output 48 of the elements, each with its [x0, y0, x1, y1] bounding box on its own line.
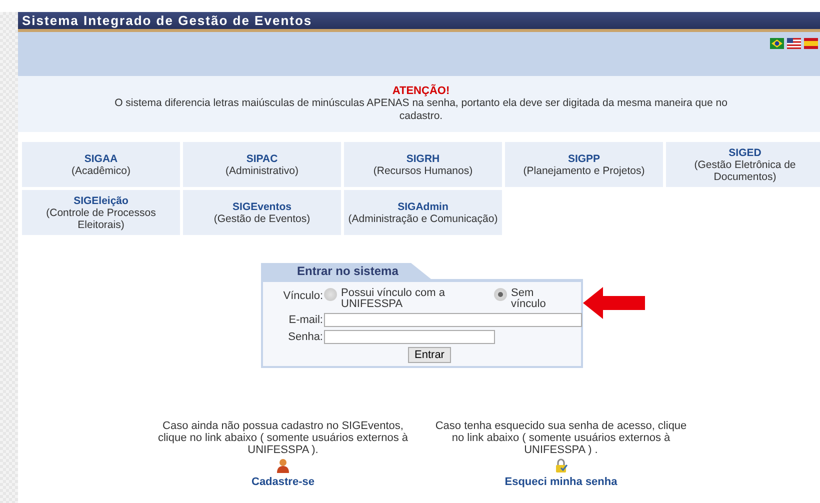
field-label: Vínculo:: [282, 290, 324, 302]
login-tab-title: Entrar no sistema: [261, 263, 431, 279]
help-link[interactable]: Esqueci minha senha: [504, 476, 618, 488]
system-description: (Recursos Humanos): [373, 164, 473, 176]
usa-flag-icon[interactable]: [787, 38, 801, 49]
system-name: SIGPP: [568, 152, 600, 164]
system-link-tile[interactable]: SIPAC (Administrativo): [183, 142, 341, 187]
system-link-tile[interactable]: SIGED (Gestão Eletrônica de Documentos): [666, 142, 820, 187]
system-link-tile[interactable]: SIGEleição (Controle de Processos Eleitorais): [22, 190, 180, 235]
system-name: SIPAC: [246, 152, 278, 164]
system-description: (Acadêmico): [72, 164, 130, 176]
user-icon: [276, 458, 290, 473]
system-link-tile[interactable]: SIGEventos (Gestão de Eventos): [183, 190, 341, 235]
system-link-tile[interactable]: SIGAA (Acadêmico): [22, 142, 180, 187]
help-link[interactable]: Cadastre-se: [252, 476, 314, 488]
notice-text: O sistema diferencia letras maiúsculas de minúsculas APENAS na senha, portanto ela deve ser digitada da mesma maneira que no cadastro.: [114, 97, 728, 123]
system-description: (Controle de Processos Eleitorais): [45, 206, 157, 230]
system-name: SIGAdmin: [398, 200, 448, 212]
login-button[interactable]: Entrar: [408, 347, 452, 363]
system-name: SIGRH: [406, 152, 440, 164]
system-description: (Administração e Comunicação): [348, 212, 498, 224]
help-text: Caso ainda não possua cadastro no SIGEventos, clique no link abaixo ( somente usuários externos à UNIFESSPA ).: [156, 420, 410, 456]
email-field[interactable]: [324, 313, 582, 327]
password-field[interactable]: [324, 330, 495, 344]
system-name: SIGEleição: [74, 194, 128, 206]
system-link-tile[interactable]: SIGRH (Recursos Humanos): [344, 142, 502, 187]
radio-button[interactable]: [324, 288, 337, 301]
spain-flag-icon[interactable]: [804, 38, 818, 49]
system-link-tile[interactable]: SIGAdmin (Administração e Comunicação): [344, 190, 502, 235]
pointer-arrow-drawing: [583, 287, 645, 319]
notice-title: ATENÇÃO!: [392, 85, 450, 97]
help-text: Caso tenha esquecido sua senha de acesso, clique no link abaixo ( somente usuários externos à UNIFESSPA ) .: [434, 420, 688, 456]
system-link-tile[interactable]: SIGPP (Planejamento e Projetos): [505, 142, 663, 187]
field-label: E-mail:: [288, 314, 324, 326]
system-description: (Gestão Eletrônica de Documentos): [693, 158, 797, 182]
brazil-flag-icon[interactable]: [770, 38, 784, 49]
system-description: (Administrativo): [226, 164, 298, 176]
system-name: SIGED: [728, 146, 762, 158]
radio-label: Sem vínculo: [511, 288, 547, 310]
system-name: SIGAA: [84, 152, 118, 164]
field-label: Senha:: [287, 331, 324, 343]
system-description: (Planejamento e Projetos): [523, 164, 645, 176]
system-description: (Gestão de Eventos): [214, 212, 310, 224]
padlock-icon: [554, 458, 568, 473]
radio-label: Possui vínculo com a UNIFESSPA: [341, 288, 446, 310]
radio-button[interactable]: [494, 288, 507, 301]
window-title: Sistema Integrado de Gestão de Eventos: [18, 12, 820, 32]
system-name: SIGEventos: [232, 200, 292, 212]
